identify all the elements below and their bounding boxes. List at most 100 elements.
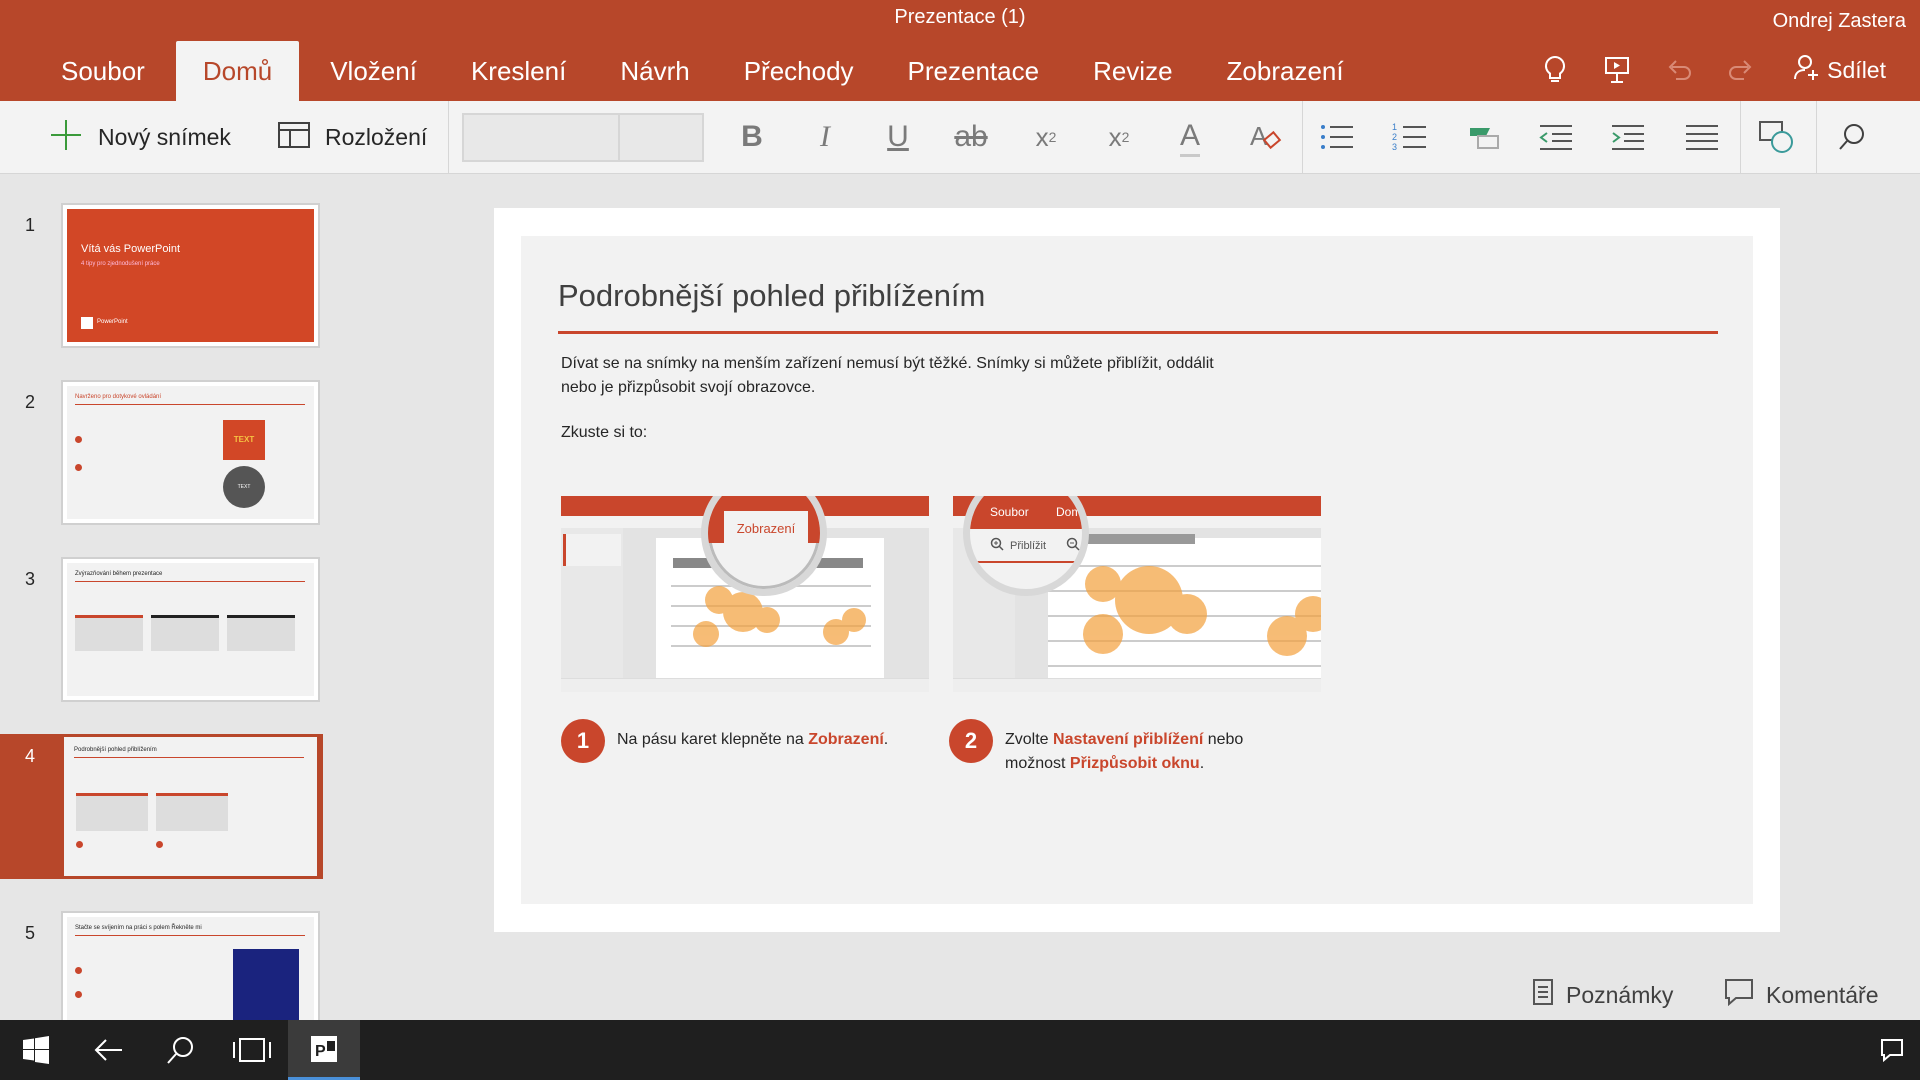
svg-text:P: P bbox=[315, 1043, 326, 1060]
windows-start-icon[interactable] bbox=[0, 1020, 72, 1080]
comment-icon bbox=[1724, 978, 1754, 1012]
highlight-icon[interactable] bbox=[1462, 115, 1506, 159]
tab-vlozeni[interactable]: Vložení bbox=[303, 41, 444, 101]
thumbnail-row[interactable]: 5 Stačte se svíjením na práci s polem Ře… bbox=[0, 911, 330, 1020]
title-rule bbox=[558, 331, 1718, 334]
comments-label: Komentáře bbox=[1766, 981, 1879, 1008]
notes-button[interactable]: Poznámky bbox=[1532, 978, 1673, 1012]
action-center-icon[interactable] bbox=[1864, 1020, 1920, 1080]
lightbulb-icon[interactable] bbox=[1537, 52, 1573, 88]
notes-icon bbox=[1532, 978, 1554, 1012]
step-2-text: Zvolte Nastavení přiblížení nebo možnost… bbox=[1005, 728, 1243, 776]
thumbnail-step-dot bbox=[156, 841, 163, 848]
thumbnail-text-badge: TEXT bbox=[223, 420, 265, 460]
thumbnail-brand: PowerPoint bbox=[97, 319, 128, 325]
slide-title[interactable]: Podrobnější pohled přiblížením bbox=[558, 278, 985, 314]
step-number-circle: 2 bbox=[949, 719, 993, 763]
layout-icon bbox=[277, 120, 311, 155]
increase-indent-icon[interactable] bbox=[1606, 115, 1650, 159]
strikethrough-icon[interactable]: ab bbox=[949, 115, 993, 159]
slide-body-text[interactable]: Dívat se na snímky na menším zařízení ne… bbox=[561, 352, 1241, 400]
slide-thumbnail-2[interactable]: Navrženo pro dotykové ovládání TEXT TEXT bbox=[61, 380, 320, 525]
step-2: 2 Zvolte Nastavení přiblížení nebo možno… bbox=[949, 719, 1243, 776]
step-1: 1 Na pásu karet klepněte na Zobrazení. bbox=[561, 719, 888, 763]
present-icon[interactable] bbox=[1599, 52, 1635, 88]
thumbnail-row-selected[interactable]: 4 Podrobnější pohled přiblížením bbox=[0, 734, 323, 879]
slide-thumbnail-3[interactable]: Zvýrazňování během prezentace bbox=[61, 557, 320, 702]
tab-kresleni[interactable]: Kreslení bbox=[444, 41, 593, 101]
tab-prechody[interactable]: Přechody bbox=[717, 41, 881, 101]
body-line: Dívat se na snímky na menším zařízení ne… bbox=[561, 355, 1214, 372]
magnifier-rule bbox=[970, 561, 1082, 563]
magnifier-zoom-in: Přiblížit bbox=[990, 537, 1046, 554]
font-name-box[interactable] bbox=[462, 113, 620, 162]
zoom-screenshot-2: Soubor Domů Přiblížit bbox=[953, 496, 1321, 692]
thumbnail-step-dot bbox=[75, 967, 82, 974]
superscript-icon[interactable]: x2 bbox=[1097, 115, 1141, 159]
bold-icon[interactable]: B bbox=[730, 115, 774, 159]
search-taskbar-icon[interactable] bbox=[144, 1020, 216, 1080]
thumbnail-rule bbox=[75, 935, 305, 936]
thumbnail-rule bbox=[75, 581, 305, 582]
separator bbox=[1816, 101, 1817, 174]
tab-revize[interactable]: Revize bbox=[1066, 41, 1199, 101]
thumbnail-background bbox=[67, 386, 314, 519]
zoom-in-label: Přiblížit bbox=[1010, 539, 1047, 552]
new-slide-button[interactable]: Nový snímek bbox=[48, 101, 231, 174]
search-icon[interactable] bbox=[1830, 115, 1874, 159]
slide-thumbnail-4[interactable]: Podrobnější pohled přiblížením bbox=[61, 734, 320, 879]
tab-navrh[interactable]: Návrh bbox=[593, 41, 716, 101]
redo-icon[interactable] bbox=[1723, 52, 1759, 88]
thumbnail-title: Vítá vás PowerPoint bbox=[81, 243, 181, 255]
align-icon[interactable] bbox=[1680, 115, 1724, 159]
powerpoint-taskbar-icon[interactable]: P bbox=[288, 1020, 360, 1080]
comments-button[interactable]: Komentáře bbox=[1724, 978, 1879, 1012]
title-bar: Prezentace (1) Ondrej Zastera Soubor Dom… bbox=[0, 0, 1920, 101]
document-title: Prezentace (1) bbox=[894, 6, 1026, 28]
thumbnail-text-circle: TEXT bbox=[223, 466, 265, 508]
font-color-icon[interactable]: A bbox=[1168, 115, 1212, 159]
thumbnail-row[interactable]: 1 Vítá vás PowerPoint 4 tipy pro zjednod… bbox=[0, 203, 330, 348]
slide-canvas[interactable]: Podrobnější pohled přiblížením Dívat se … bbox=[494, 208, 1780, 932]
shapes-icon[interactable] bbox=[1755, 115, 1799, 159]
notes-label: Poznámky bbox=[1566, 981, 1674, 1008]
subscript-icon[interactable]: x2 bbox=[1024, 115, 1068, 159]
slide-thumbnail-1[interactable]: Vítá vás PowerPoint 4 tipy pro zjednoduš… bbox=[61, 203, 320, 348]
user-account-name[interactable]: Ondrej Zastera bbox=[1773, 10, 1906, 33]
tab-zobrazeni[interactable]: Zobrazení bbox=[1200, 41, 1371, 101]
decrease-indent-icon[interactable] bbox=[1534, 115, 1578, 159]
font-size-box[interactable] bbox=[618, 113, 704, 162]
layout-button[interactable]: Rozložení bbox=[277, 101, 427, 174]
task-view-icon[interactable] bbox=[216, 1020, 288, 1080]
thumbnail-row[interactable]: 2 Navrženo pro dotykové ovládání TEXT TE… bbox=[0, 380, 330, 525]
step-text-part: Zvolte bbox=[1005, 731, 1054, 748]
bullets-icon[interactable] bbox=[1315, 115, 1359, 159]
thumbnail-number: 4 bbox=[25, 746, 36, 766]
clear-format-icon[interactable]: A bbox=[1243, 115, 1287, 159]
magnifier-tab-soubor: Soubor bbox=[990, 505, 1029, 519]
numbering-icon[interactable]: 123 bbox=[1388, 115, 1432, 159]
step-number-circle: 1 bbox=[561, 719, 605, 763]
thumbnail-row[interactable]: 3 Zvýrazňování během prezentace bbox=[0, 557, 330, 702]
thumbnail-number: 3 bbox=[25, 569, 36, 589]
tab-soubor[interactable]: Soubor bbox=[34, 41, 172, 101]
slide-thumbnails-pane: 1 Vítá vás PowerPoint 4 tipy pro zjednod… bbox=[0, 175, 330, 1020]
underline-icon[interactable]: U bbox=[876, 115, 920, 159]
powerpoint-logo-icon bbox=[81, 317, 93, 329]
slide-try-text[interactable]: Zkuste si to: bbox=[561, 424, 647, 442]
step-text-part: možnost bbox=[1005, 755, 1070, 772]
svg-text:A: A bbox=[1250, 121, 1268, 151]
undo-icon[interactable] bbox=[1661, 52, 1697, 88]
tab-domu[interactable]: Domů bbox=[175, 41, 300, 101]
share-label: Sdílet bbox=[1827, 56, 1886, 83]
italic-icon[interactable]: I bbox=[803, 115, 847, 159]
thumbnail-step-dot bbox=[76, 841, 83, 848]
thumbnail-title: Navrženo pro dotykové ovládání bbox=[75, 394, 162, 400]
tab-prezentace[interactable]: Prezentace bbox=[881, 41, 1067, 101]
separator bbox=[1740, 101, 1741, 174]
slide-thumbnail-5[interactable]: Stačte se svíjením na práci s polem Řekn… bbox=[61, 911, 320, 1020]
magnifier-tab-domu: Domů bbox=[1056, 505, 1089, 519]
share-button[interactable]: Sdílet bbox=[1793, 53, 1886, 87]
back-arrow-icon[interactable] bbox=[72, 1020, 144, 1080]
step-text-part: . bbox=[1199, 755, 1205, 772]
